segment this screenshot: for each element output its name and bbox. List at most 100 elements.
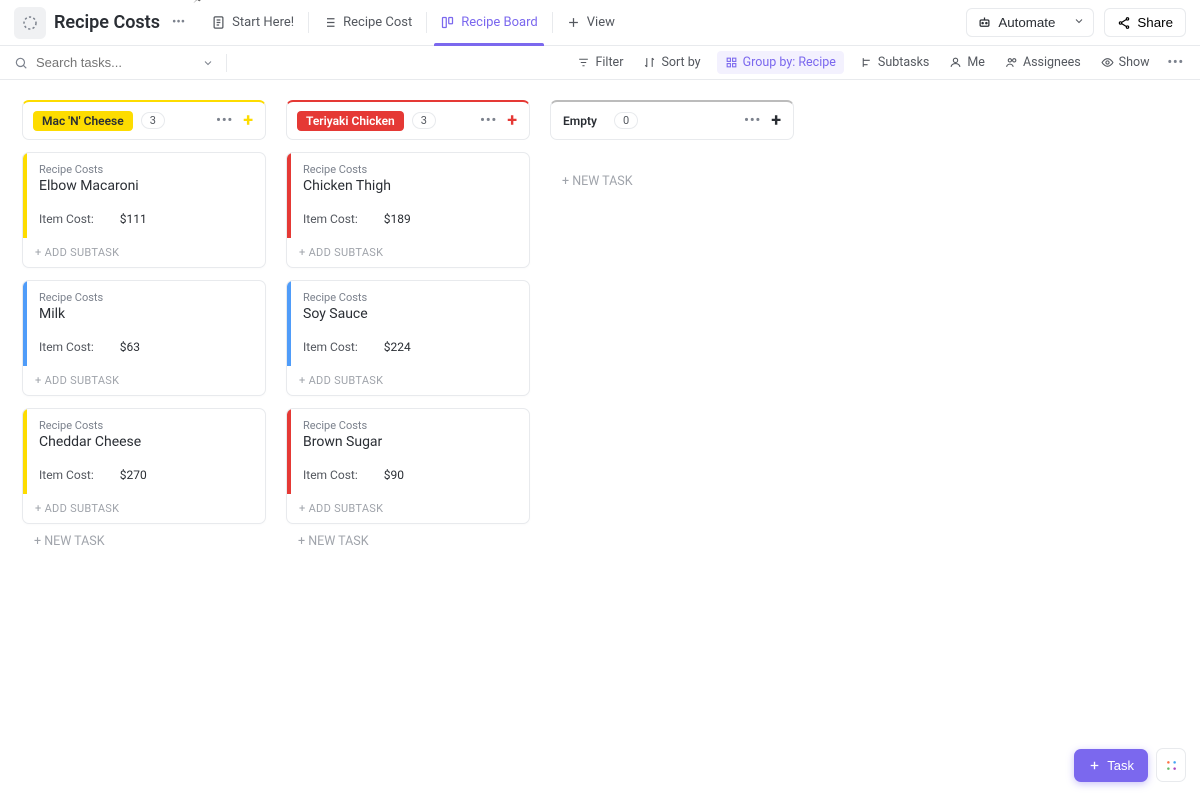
task-card[interactable]: Recipe Costs Milk Item Cost: $63 + ADD SUBTA…	[22, 280, 266, 396]
card-list-name: Recipe Costs	[39, 291, 253, 304]
search-icon	[14, 56, 28, 70]
new-task-button[interactable]: + NEW TASK	[22, 524, 266, 559]
add-subtask-button[interactable]: + ADD SUBTASK	[287, 494, 529, 523]
new-task-button[interactable]: + NEW TASK	[550, 164, 794, 199]
show-button[interactable]: Show	[1097, 51, 1154, 74]
robot-icon	[977, 15, 992, 30]
task-card[interactable]: Recipe Costs Brown Sugar Item Cost: $90 + AD…	[286, 408, 530, 524]
chevron-down-icon[interactable]	[202, 57, 214, 69]
card-list-name: Recipe Costs	[39, 163, 253, 176]
workspace-icon[interactable]	[14, 7, 46, 39]
assignees-label: Assignees	[1023, 55, 1081, 70]
tab-recipe-board[interactable]: Recipe Board	[426, 0, 552, 45]
column-count: 3	[412, 112, 436, 129]
sort-button[interactable]: Sort by	[639, 51, 704, 74]
task-card[interactable]: Recipe CostsSoy SauceItem Cost:$224+ ADD…	[286, 280, 530, 396]
tab-label: Recipe Board	[461, 15, 538, 30]
group-label: Group by: Recipe	[743, 55, 836, 70]
item-cost-label: Item Cost:	[39, 212, 94, 226]
board-icon	[440, 15, 455, 30]
search-input-wrap[interactable]	[14, 55, 214, 70]
plus-icon	[566, 15, 581, 30]
add-subtask-button[interactable]: + ADD SUBTASK	[287, 366, 529, 395]
item-cost-value: $189	[384, 212, 411, 226]
card-title: Brown Sugar	[303, 434, 517, 450]
task-card[interactable]: Recipe Costs Cheddar Cheese Item Cost: $270…	[22, 408, 266, 524]
group-by-button[interactable]: Group by: Recipe	[717, 51, 844, 74]
automate-button[interactable]: Automate	[966, 8, 1066, 37]
tab-add-view[interactable]: View	[552, 0, 629, 45]
card-title: Chicken Thigh	[303, 178, 517, 194]
card-title: Milk	[39, 306, 253, 322]
fab-label: Task	[1107, 758, 1134, 773]
new-task-fab[interactable]: Task	[1074, 749, 1148, 782]
column-header: Mac 'N' Cheese 3 ••• +	[22, 100, 266, 140]
column-count: 0	[614, 112, 638, 129]
add-subtask-button[interactable]: + ADD SUBTASK	[23, 494, 265, 523]
card-list-name: Recipe Costs	[39, 419, 253, 432]
card-title: Elbow Macaroni	[39, 178, 253, 194]
apps-fab[interactable]	[1156, 748, 1186, 782]
automate-label: Automate	[998, 15, 1055, 30]
filter-button[interactable]: Filter	[573, 51, 627, 74]
item-cost-label: Item Cost:	[39, 468, 94, 482]
column-header: Empty 0 ••• +	[550, 100, 794, 140]
chevron-down-icon	[1073, 15, 1085, 27]
divider	[226, 54, 227, 72]
add-subtask-button[interactable]: + ADD SUBTASK	[23, 238, 265, 267]
item-cost-value: $224	[384, 340, 411, 354]
plus-icon	[1088, 759, 1101, 772]
column-add-icon[interactable]: +	[505, 110, 519, 131]
item-cost-value: $63	[120, 340, 140, 354]
task-card[interactable]: Recipe Costs Elbow Macaroni Item Cost: $111…	[22, 152, 266, 268]
column-header: Teriyaki Chicken 3 ••• +	[286, 100, 530, 140]
item-cost-label: Item Cost:	[303, 468, 358, 482]
card-list-name: Recipe Costs	[303, 291, 517, 304]
column-more-icon[interactable]: •••	[480, 113, 497, 128]
board-column: Empty 0 ••• + + NEW TASK	[550, 100, 794, 199]
column-pill[interactable]: Empty	[561, 111, 606, 131]
tab-label: Start Here!	[232, 15, 294, 30]
card-list-name: Recipe Costs	[303, 163, 517, 176]
add-subtask-button[interactable]: + ADD SUBTASK	[287, 238, 529, 267]
sort-label: Sort by	[661, 55, 700, 70]
list-icon	[322, 15, 337, 30]
title-more-icon[interactable]: •••	[168, 15, 189, 30]
automate-dropdown[interactable]	[1065, 8, 1094, 37]
item-cost-value: $90	[384, 468, 404, 482]
item-cost-value: $270	[120, 468, 147, 482]
new-task-button[interactable]: + NEW TASK	[286, 524, 530, 559]
share-label: Share	[1137, 15, 1173, 30]
item-cost-value: $111	[120, 212, 147, 226]
task-card[interactable]: Recipe Costs Chicken Thigh Item Cost: $189 +…	[286, 152, 530, 268]
me-button[interactable]: Me	[945, 51, 989, 74]
filter-label: Filter	[595, 55, 623, 70]
share-icon	[1117, 16, 1131, 30]
column-more-icon[interactable]: •••	[744, 113, 761, 128]
subtasks-label: Subtasks	[878, 55, 929, 70]
tab-start-here[interactable]: Start Here!	[197, 0, 308, 45]
add-subtask-button[interactable]: + ADD SUBTASK	[23, 366, 265, 395]
column-add-icon[interactable]: +	[241, 110, 255, 131]
toolbar-more-icon[interactable]: •••	[1166, 55, 1186, 70]
board-column: Teriyaki Chicken 3 ••• + Recipe Costs Chicken…	[286, 100, 530, 559]
column-pill[interactable]: Mac 'N' Cheese	[33, 111, 133, 131]
tab-recipe-cost[interactable]: Recipe Cost	[308, 0, 426, 45]
subtasks-button[interactable]: Subtasks	[856, 51, 933, 74]
card-list-name: Recipe Costs	[303, 419, 517, 432]
card-title: Cheddar Cheese	[39, 434, 253, 450]
share-button[interactable]: Share	[1104, 8, 1186, 37]
me-label: Me	[967, 55, 985, 70]
item-cost-label: Item Cost:	[303, 212, 358, 226]
column-pill[interactable]: Teriyaki Chicken	[297, 111, 404, 131]
column-more-icon[interactable]: •••	[216, 113, 233, 128]
search-input[interactable]	[36, 55, 186, 70]
board-column: Mac 'N' Cheese 3 ••• + Recipe Costs Elbow Mac…	[22, 100, 266, 559]
column-add-icon[interactable]: +	[769, 110, 783, 131]
show-label: Show	[1119, 55, 1150, 70]
tab-label: Recipe Cost	[343, 15, 412, 30]
column-count: 3	[141, 112, 165, 129]
page-title: Recipe Costs	[54, 12, 160, 33]
item-cost-label: Item Cost:	[39, 340, 94, 354]
assignees-button[interactable]: Assignees	[1001, 51, 1085, 74]
